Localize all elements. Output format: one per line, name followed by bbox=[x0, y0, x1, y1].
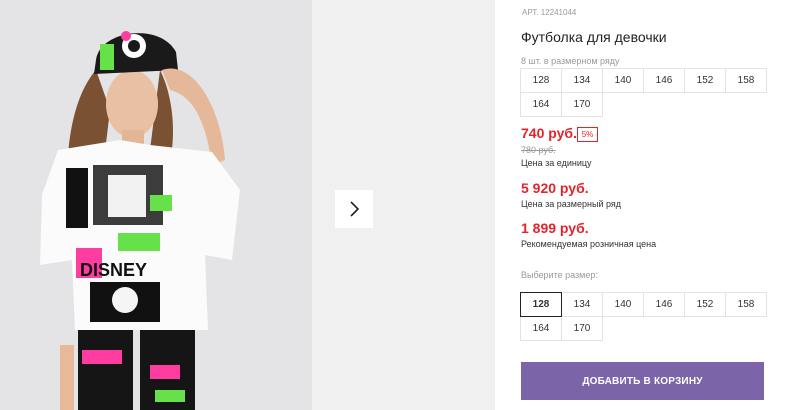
size-option-selected[interactable]: 128 bbox=[520, 292, 562, 317]
size-option[interactable]: 140 bbox=[602, 292, 644, 317]
pack-price-caption: Цена за размерный ряд bbox=[521, 199, 622, 209]
pack-size-label: 8 шт. в размерном ряду bbox=[521, 56, 620, 66]
unit-price: 740 руб. bbox=[521, 125, 577, 141]
pack-size-cell: 164 bbox=[520, 92, 562, 117]
select-size-label: Выберите размер: bbox=[521, 270, 598, 280]
product-gallery: DISNEY bbox=[0, 0, 494, 410]
pack-size-grid: 128 134 140 146 152 158 164 170 bbox=[520, 68, 767, 117]
svg-text:DISNEY: DISNEY bbox=[80, 260, 147, 280]
size-selector: 128 134 140 146 152 158 164 170 bbox=[520, 292, 767, 341]
pack-size-cell: 140 bbox=[602, 68, 644, 93]
size-option[interactable]: 152 bbox=[684, 292, 726, 317]
retail-price-caption: Рекомендуемая розничная цена bbox=[521, 239, 657, 249]
pack-size-cell: 128 bbox=[520, 68, 562, 93]
chevron-right-icon bbox=[350, 201, 360, 217]
size-option[interactable]: 146 bbox=[643, 292, 685, 317]
pack-size-cell: 158 bbox=[725, 68, 767, 93]
next-photo-button[interactable] bbox=[335, 190, 373, 228]
size-option[interactable]: 158 bbox=[725, 292, 767, 317]
pack-size-cell: 134 bbox=[561, 68, 603, 93]
pack-price: 5 920 руб. bbox=[521, 180, 589, 196]
discount-badge: 5% bbox=[577, 127, 598, 142]
old-price: 780 руб. bbox=[521, 145, 556, 155]
product-photo-illustration: DISNEY bbox=[0, 0, 312, 410]
unit-price-caption: Цена за единицу bbox=[521, 158, 592, 168]
pack-size-cell: 170 bbox=[561, 92, 603, 117]
add-to-cart-button[interactable]: ДОБАВИТЬ В КОРЗИНУ bbox=[521, 362, 764, 400]
pack-size-cell: 146 bbox=[643, 68, 685, 93]
gallery-divider bbox=[494, 0, 495, 410]
product-photo[interactable]: DISNEY bbox=[0, 0, 312, 410]
pack-size-cell: 152 bbox=[684, 68, 726, 93]
size-option[interactable]: 164 bbox=[520, 316, 562, 341]
size-option[interactable]: 170 bbox=[561, 316, 603, 341]
size-option[interactable]: 134 bbox=[561, 292, 603, 317]
article-number: АРТ. 12241044 bbox=[522, 8, 577, 17]
product-title: Футболка для девочки bbox=[521, 29, 667, 45]
retail-price: 1 899 руб. bbox=[521, 220, 589, 236]
